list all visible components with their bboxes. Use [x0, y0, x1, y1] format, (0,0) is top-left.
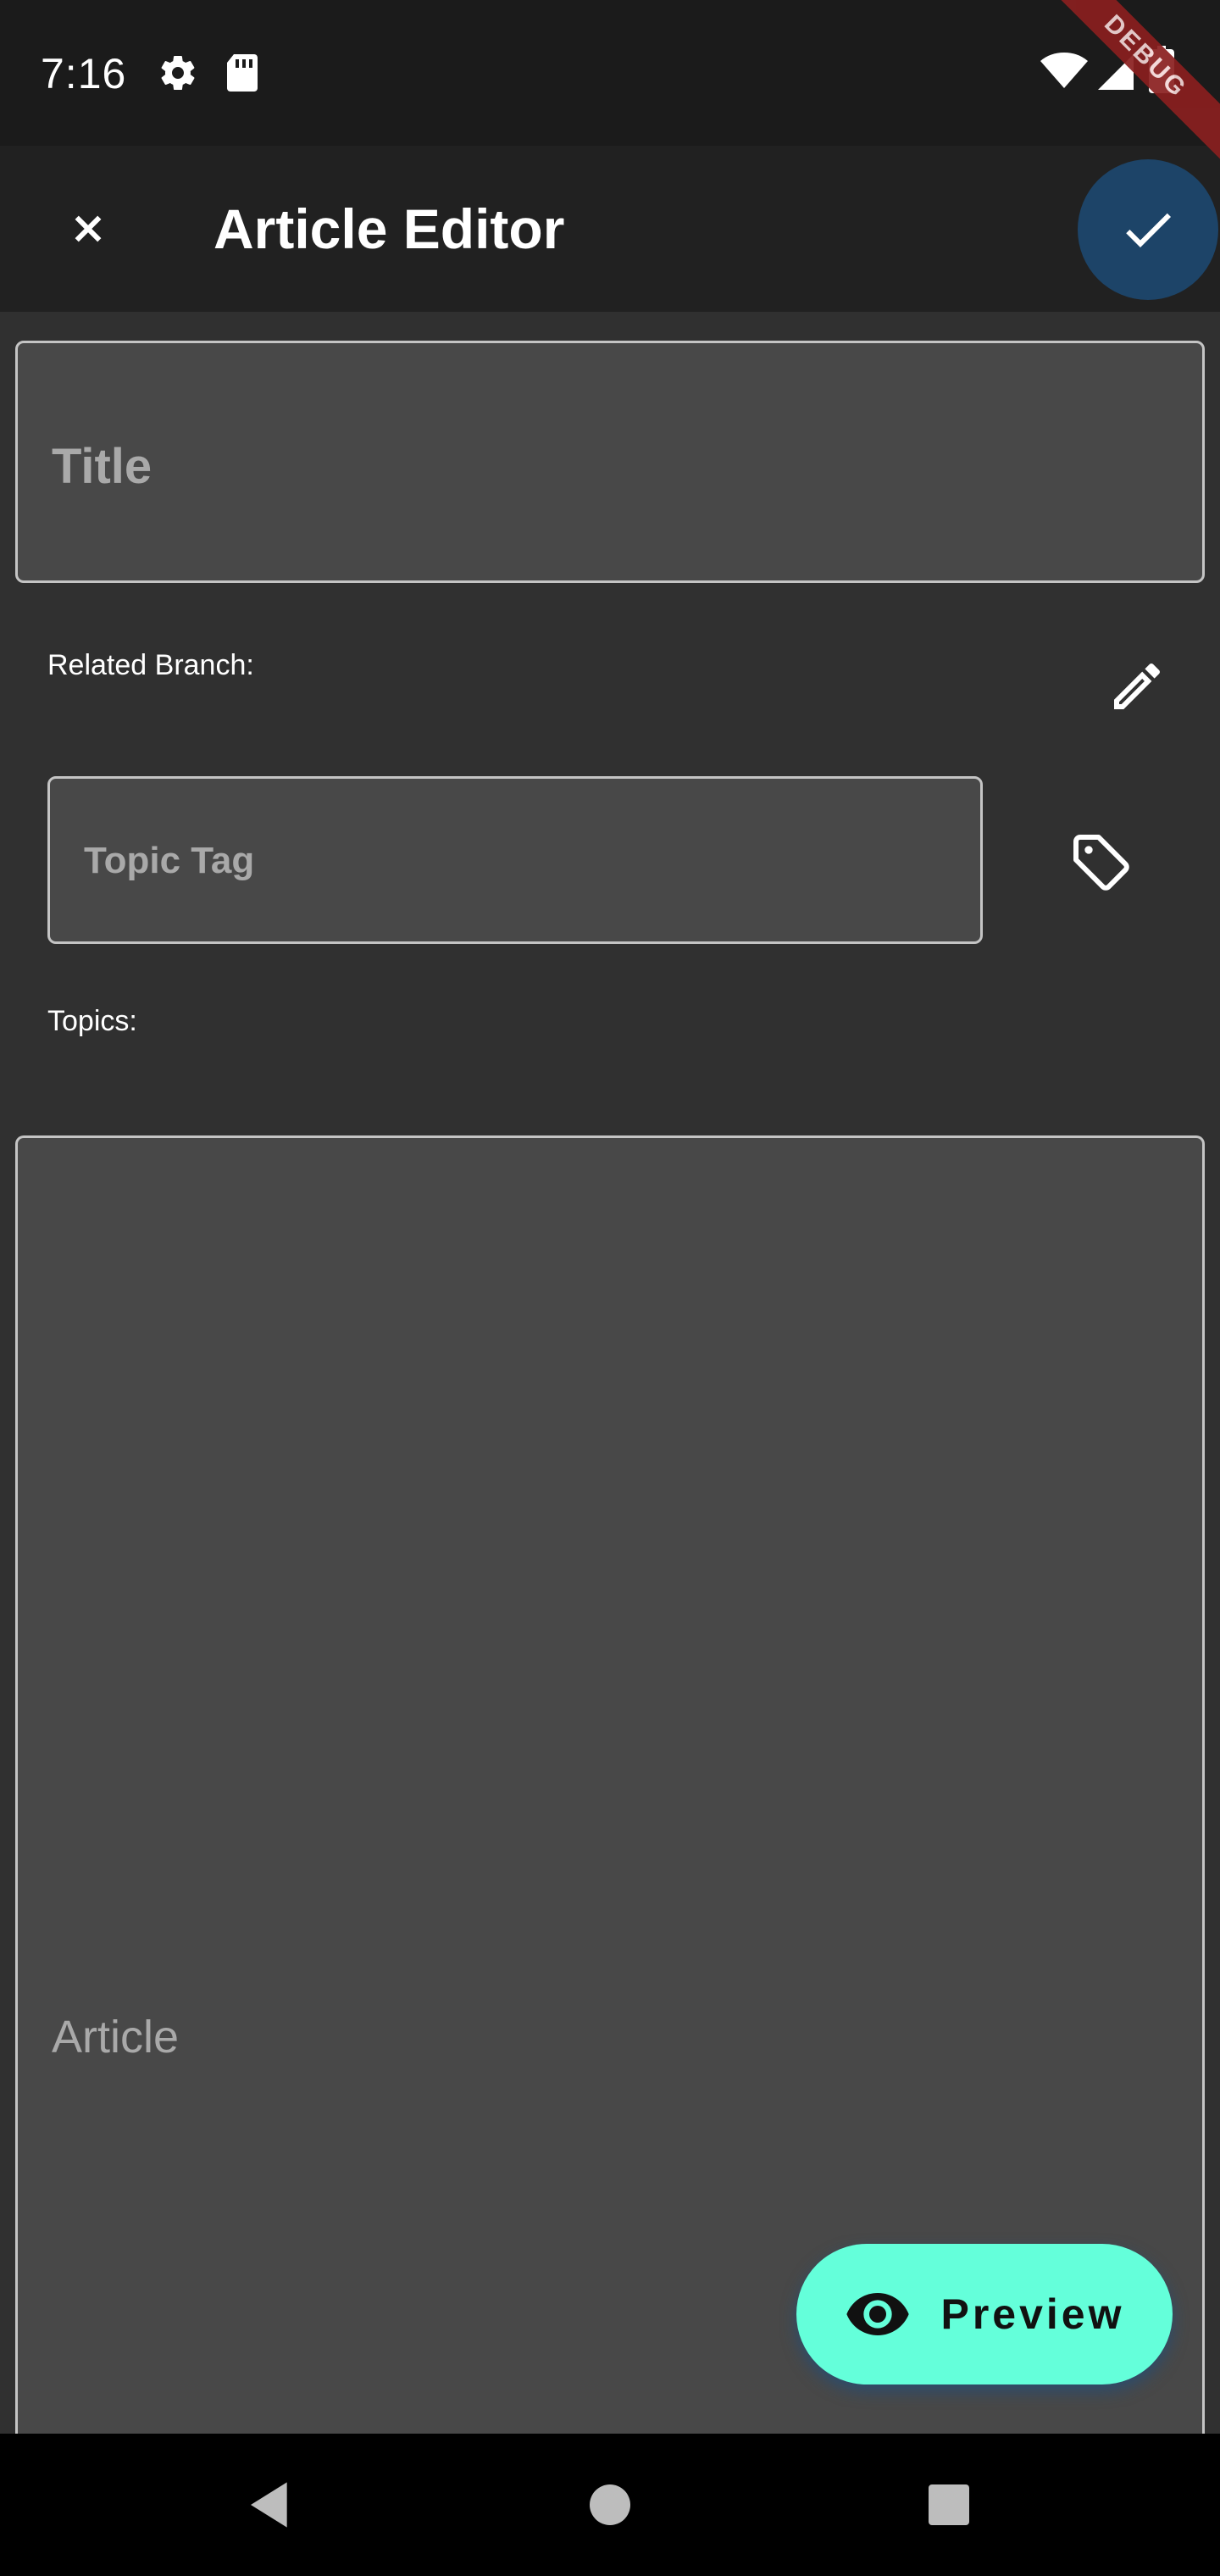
- app-bar: Article Editor: [0, 146, 1220, 312]
- add-tag-button[interactable]: [1061, 822, 1142, 903]
- status-time: 7:16: [41, 50, 127, 97]
- settings-icon: [161, 56, 195, 91]
- home-icon[interactable]: [583, 2478, 637, 2532]
- close-button[interactable]: [47, 188, 129, 269]
- check-icon: [1126, 213, 1171, 247]
- title-placeholder: Title: [52, 439, 152, 494]
- wifi-icon: [1040, 53, 1088, 88]
- topic-tag-input[interactable]: Topic Tag: [47, 776, 983, 944]
- close-icon: [75, 215, 102, 242]
- pencil-icon: [1114, 663, 1161, 709]
- article-placeholder: Article: [52, 2012, 180, 2062]
- back-icon[interactable]: [244, 2478, 298, 2532]
- topic-tag-placeholder: Topic Tag: [84, 840, 255, 881]
- edit-branch-button[interactable]: [1096, 646, 1178, 727]
- title-input[interactable]: Title: [15, 341, 1205, 583]
- preview-label: Preview: [940, 2290, 1125, 2338]
- sd-card-icon: [227, 54, 258, 92]
- system-nav-bar: [0, 2434, 1220, 2576]
- related-branch-label: Related Branch:: [47, 649, 254, 681]
- recents-icon[interactable]: [922, 2478, 976, 2532]
- eye-icon: [846, 2293, 910, 2335]
- preview-button[interactable]: Preview: [796, 2244, 1173, 2384]
- save-button[interactable]: [1078, 159, 1218, 300]
- status-bar: 7:16: [0, 0, 1220, 146]
- page-title: Article Editor: [214, 197, 565, 260]
- topics-label: Topics:: [47, 1005, 137, 1037]
- tag-icon: [1073, 835, 1129, 891]
- article-editor-screen: 7:16 Article Editor DEBUG Title Related …: [0, 0, 1220, 2576]
